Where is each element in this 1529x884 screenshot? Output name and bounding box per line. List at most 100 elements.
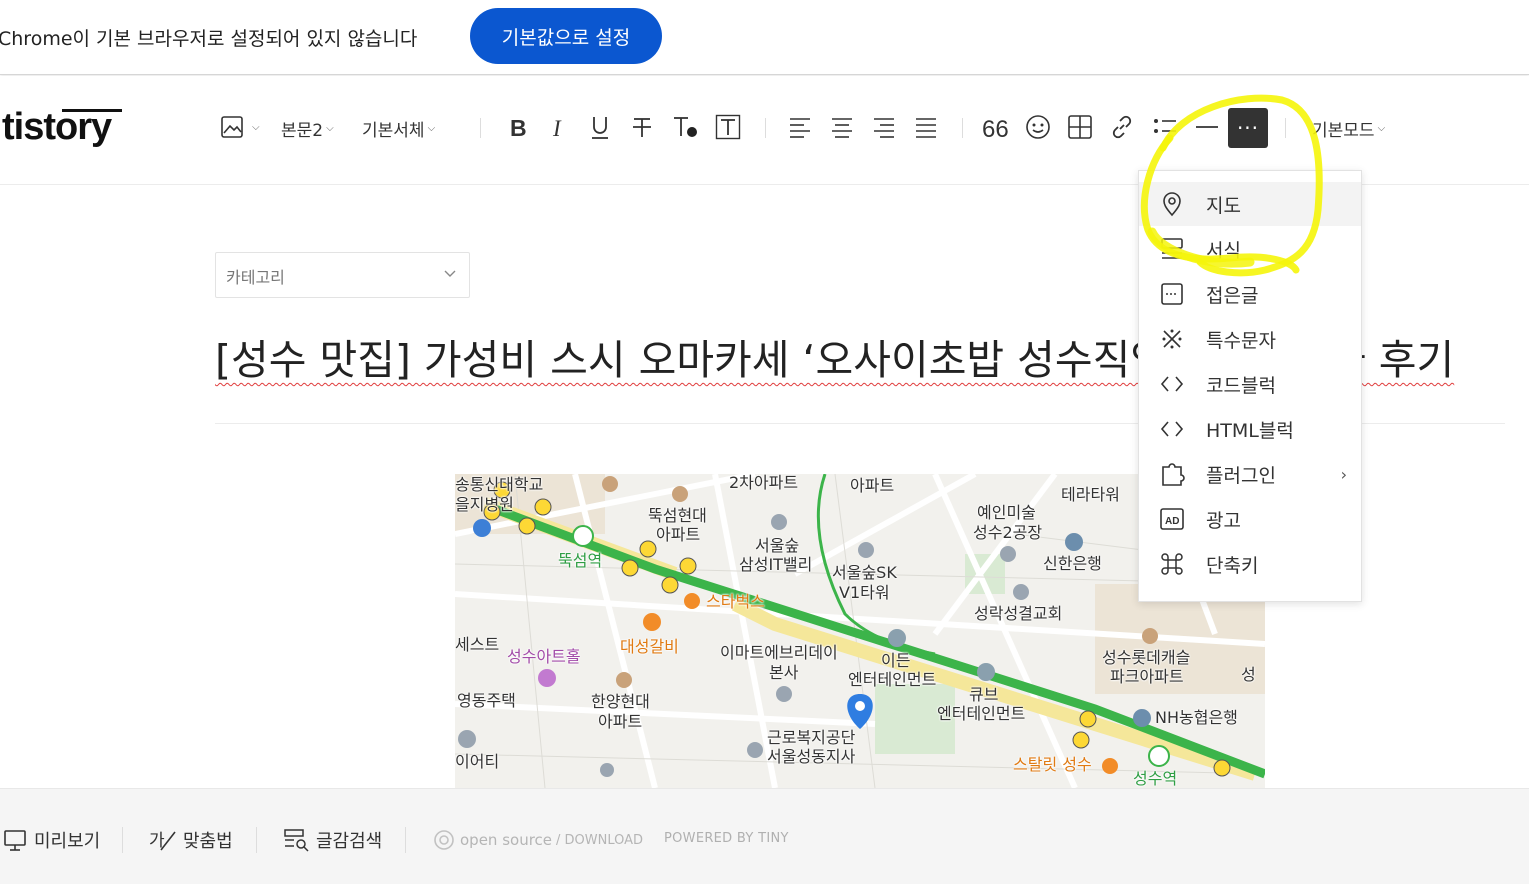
map-label: 본사: [769, 663, 799, 682]
menu-item-special-char[interactable]: 특수문자: [1139, 317, 1361, 361]
set-default-button[interactable]: 기본값으로 설정: [470, 8, 662, 64]
map-label: 테라타워: [1061, 485, 1120, 504]
menu-item-plugin[interactable]: 플러그인 ›: [1139, 452, 1361, 496]
map-label: 2차아파트: [729, 474, 799, 492]
spellcheck-label: 맞춤법: [183, 831, 233, 852]
emoji-icon[interactable]: [1023, 112, 1053, 142]
align-left-icon[interactable]: [785, 112, 815, 142]
map-label: NH농협은행: [1155, 708, 1238, 727]
quote-icon[interactable]: 66: [980, 112, 1010, 142]
editor-mode-label: 기본모드: [1312, 120, 1375, 141]
horizontal-rule-icon[interactable]: [1192, 112, 1222, 142]
link-icon[interactable]: [1107, 112, 1137, 142]
menu-label: 단축키: [1206, 554, 1259, 577]
spellcheck-icon: 가: [149, 831, 176, 851]
table-icon[interactable]: [1065, 112, 1095, 142]
map-label: 성: [1241, 665, 1256, 684]
align-right-icon[interactable]: [869, 112, 899, 142]
footer-divider: [122, 827, 123, 853]
text-background-icon[interactable]: [713, 112, 743, 142]
strikethrough-icon[interactable]: [627, 112, 657, 142]
list-icon[interactable]: [1150, 112, 1180, 142]
editor-mode-select[interactable]: 기본모드 ⌵: [1312, 114, 1385, 142]
map-label: V1타워: [839, 583, 890, 602]
paragraph-style-label: 본문2: [281, 120, 324, 141]
fold-icon: [1159, 281, 1185, 307]
menu-item-template[interactable]: 서식: [1139, 227, 1361, 271]
opensource-icon: [434, 830, 454, 850]
underline-icon[interactable]: [585, 112, 615, 142]
map-label: 서울성동지사: [767, 747, 856, 766]
logo-bar: [62, 109, 122, 112]
content-search-label: 글감검색: [316, 831, 383, 852]
toolbar-divider: [962, 118, 963, 138]
code-icon: [1159, 371, 1185, 397]
post-title[interactable]: [성수 맛집] 가성비 스시 오마카세 ‘오사이초밥 성수직영: [215, 326, 1168, 386]
content-search-button[interactable]: 글감검색: [284, 827, 382, 853]
content-search-icon: [284, 829, 309, 852]
infobar-message: Chrome이 기본 브라우저로 설정되어 있지 않습니다: [0, 28, 418, 50]
font-select[interactable]: 기본서체 ⌵: [362, 114, 435, 142]
map-label: 영동주택: [457, 691, 516, 710]
html-icon: [1159, 416, 1185, 442]
menu-label: 광고: [1206, 509, 1241, 532]
text-color-icon[interactable]: [670, 112, 700, 142]
map-label: 신한은행: [1043, 554, 1102, 573]
spellcheck-button[interactable]: 가 맞춤법: [149, 827, 233, 853]
image-dropdown-icon: ⌵: [252, 122, 260, 133]
paragraph-style-select[interactable]: 본문2 ⌵: [281, 114, 334, 142]
menu-item-map[interactable]: 지도: [1139, 182, 1361, 226]
map-label: 이든: [881, 651, 911, 670]
tistory-logo[interactable]: tistory: [2, 106, 112, 149]
category-label: 카테고리: [226, 268, 285, 287]
opensource-label: open source: [460, 831, 553, 849]
menu-label: 지도: [1206, 194, 1241, 217]
more-options-button[interactable]: ···: [1228, 108, 1268, 148]
italic-icon[interactable]: I: [543, 112, 573, 142]
align-justify-icon[interactable]: [911, 112, 941, 142]
bold-icon[interactable]: B: [502, 112, 532, 142]
map-label: 예인미술: [977, 503, 1036, 522]
menu-item-shortcut[interactable]: 단축키: [1139, 542, 1361, 586]
map-label: 이마트에브리데이: [720, 643, 838, 662]
opensource-link[interactable]: open source / DOWNLOAD: [433, 829, 643, 851]
map-label: 성수아트홀: [507, 647, 581, 666]
menu-item-code-block[interactable]: 코드블럭: [1139, 362, 1361, 406]
svg-text:I: I: [552, 116, 562, 139]
preview-button[interactable]: 미리보기: [4, 827, 100, 853]
align-center-icon[interactable]: [827, 112, 857, 142]
menu-label: 코드블럭: [1206, 374, 1276, 397]
map-label: 서울숲: [755, 536, 800, 555]
chevron-right-icon: ›: [1340, 464, 1347, 484]
map-label: 성락성결교회: [974, 604, 1063, 623]
menu-label: 접은글: [1206, 284, 1259, 307]
map-label: 파크아파트: [1110, 667, 1184, 686]
svg-text:66: 66: [982, 116, 1009, 139]
chevron-down-icon: [443, 265, 457, 284]
map-label: 서울숲SK: [832, 563, 897, 582]
svg-text:AD: AD: [1165, 516, 1179, 527]
map-label: 송통신대학교: [455, 475, 544, 494]
menu-item-fold[interactable]: 접은글: [1139, 272, 1361, 316]
image-icon[interactable]: [218, 112, 248, 142]
menu-item-html-block[interactable]: HTML블럭: [1139, 407, 1361, 451]
chevron-down-icon: ⌵: [427, 122, 436, 134]
map-label: 삼성IT밸리: [739, 555, 813, 574]
map-label: 을지병원: [455, 495, 514, 514]
map-pin-icon: [1159, 191, 1185, 217]
editor-toolbar: tistory ⌵ 본문2 ⌵ 기본서체 ⌵ B I 66 ··· 기본모드 ⌵: [0, 76, 1529, 185]
toolbar-divider: [765, 118, 766, 138]
map-label: 엔터테인먼트: [848, 670, 937, 689]
map-label: 뚝섬역: [558, 551, 603, 570]
command-icon: [1159, 551, 1185, 577]
menu-label: 특수문자: [1206, 329, 1276, 352]
plugin-icon: [1159, 461, 1185, 487]
menu-item-ad[interactable]: AD 광고: [1139, 497, 1361, 541]
map-label: 성수역: [1133, 769, 1178, 788]
monitor-icon: [4, 830, 26, 851]
footer-divider: [256, 827, 257, 853]
download-label: / DOWNLOAD: [556, 832, 644, 848]
powered-by-tiny: POWERED BY TINY: [664, 831, 789, 846]
category-select[interactable]: 카테고리: [215, 252, 470, 298]
footer-divider: [405, 827, 406, 853]
